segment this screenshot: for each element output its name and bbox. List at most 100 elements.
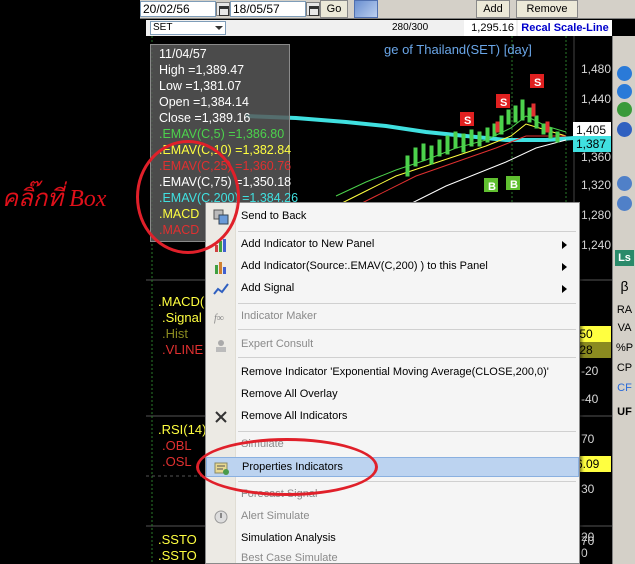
chart-type-button[interactable] [354, 0, 378, 18]
status-row: SET 280/300 1,295.16 Recal Scale-Line [146, 20, 612, 36]
hist-label: .Hist [162, 326, 188, 341]
menu-item-add-indicator-this-panel[interactable]: Add Indicator(Source:.EMAV(C,200) ) to t… [206, 257, 579, 277]
menu-separator [238, 431, 576, 432]
rsi-label: .RSI(14) [158, 422, 207, 437]
osl-label: .OSL [162, 454, 192, 469]
candle [453, 131, 458, 149]
signal-label: .Signal [162, 310, 202, 325]
menu-item-label: Remove Indicator 'Exponential Moving Ave… [241, 366, 549, 378]
search-icon[interactable] [617, 176, 632, 191]
cf-button[interactable]: CF [615, 380, 634, 396]
axis-label: -20 [581, 364, 599, 378]
fit-icon[interactable] [617, 122, 632, 137]
menu-item-label: Alert Simulate [241, 510, 310, 522]
indicator-add-icon [215, 262, 226, 274]
menu-item-label: Add Indicator(Source:.EMAV(C,200) ) to t… [241, 260, 488, 272]
menu-item-remove-all-indicators[interactable]: Remove All Indicators [206, 407, 579, 427]
end-date-calendar-icon[interactable] [306, 2, 320, 16]
candle [555, 131, 560, 143]
svg-text:f∞: f∞ [214, 313, 224, 324]
end-date-input[interactable]: 18/05/57 [230, 1, 306, 17]
sell-signal-marker: S [496, 94, 510, 109]
candle [477, 131, 482, 147]
beta-button[interactable]: β [615, 278, 634, 294]
candle [541, 123, 546, 135]
buy-signal-marker: B [484, 178, 498, 193]
menu-item-label: Simulation Analysis [241, 532, 336, 544]
candle [531, 103, 536, 117]
candle [545, 121, 550, 133]
menu-item-expert-consult[interactable]: Expert Consult [206, 335, 579, 355]
svg-text:B: B [488, 181, 496, 193]
alert-icon [214, 510, 228, 524]
menu-item-add-indicator-new-panel[interactable]: Add Indicator to New Panel [206, 235, 579, 255]
signal-icon [213, 283, 229, 295]
zoom-out-icon[interactable] [617, 84, 632, 99]
svg-text:S: S [534, 77, 541, 89]
ls-button[interactable]: Ls [615, 250, 634, 266]
menu-item-add-signal[interactable]: Add Signal [206, 279, 579, 299]
candle [445, 135, 450, 155]
menu-item-remove-all-overlay[interactable]: Remove All Overlay [206, 385, 579, 405]
candle [513, 105, 518, 123]
formula-icon: f∞ [214, 313, 224, 324]
annotation-ellipse-properties [196, 438, 378, 496]
vline-label: .VLINE [162, 342, 204, 357]
menu-item-simulation-analysis[interactable]: Simulation Analysis [206, 529, 579, 549]
menu-item-alert-simulate[interactable]: Alert Simulate [206, 507, 579, 527]
svg-text:S: S [464, 115, 471, 127]
right-toolbar: Ls β RA VA %P CP CF UF [612, 36, 635, 564]
candle [534, 115, 539, 129]
candle [506, 109, 511, 125]
sell-signal-marker: S [530, 74, 544, 89]
candle [429, 145, 434, 165]
left-pane: คลิ๊กที่ Box [0, 0, 142, 564]
cp-button[interactable]: CP [615, 360, 634, 376]
candle [499, 115, 504, 135]
start-date-calendar-icon[interactable] [216, 2, 230, 16]
remove-button[interactable]: Remove [516, 0, 578, 18]
menu-item-indicator-maker[interactable]: f∞ Indicator Maker [206, 307, 579, 327]
candle [461, 133, 466, 153]
candle [527, 107, 532, 123]
menu-separator [238, 303, 576, 304]
refresh-icon[interactable] [617, 102, 632, 117]
candle [520, 99, 525, 121]
ssto-label: .SSTO [158, 532, 197, 547]
menu-item-label: Indicator Maker [241, 310, 317, 322]
menu-item-remove-indicator[interactable]: Remove Indicator 'Exponential Moving Ave… [206, 363, 579, 383]
start-date-input[interactable]: 20/02/56 [140, 1, 216, 17]
axis-label: 1,240 [581, 238, 612, 252]
add-button[interactable]: Add [476, 0, 510, 18]
search-minus-icon[interactable] [617, 196, 632, 211]
submenu-arrow-icon [562, 241, 571, 249]
axis-label: 70 [581, 534, 595, 548]
obl-label: .OBL [162, 438, 192, 453]
candle [485, 127, 490, 143]
menu-item-best-case-simulate[interactable]: Best Case Simulate [206, 549, 579, 564]
info-close: Close =1,389.16 [159, 111, 251, 125]
uf-button[interactable]: UF [615, 404, 634, 420]
candle [421, 143, 426, 161]
menu-item-label: Send to Back [241, 210, 307, 222]
candle [495, 121, 500, 133]
axis-label: 1,440 [581, 92, 612, 106]
axis-label: 1,280 [581, 208, 612, 222]
menu-separator [238, 231, 576, 232]
va-button[interactable]: VA [615, 320, 634, 336]
menu-item-send-to-back[interactable]: Send to Back [206, 207, 579, 227]
candle [413, 147, 418, 167]
axis-label: 70 [581, 432, 595, 446]
menu-separator [238, 357, 576, 358]
submenu-arrow-icon [562, 263, 571, 271]
ssto-label-2: .SSTO [158, 548, 197, 563]
zoom-in-icon[interactable] [617, 66, 632, 81]
context-menu: Send to Back Add Indicator to New Panel … [205, 202, 580, 564]
go-button[interactable]: Go [320, 0, 348, 18]
candle [469, 129, 474, 147]
menu-separator [238, 329, 576, 330]
recal-scale-line-button[interactable]: Recal Scale-Line [518, 20, 612, 36]
ra-button[interactable]: RA [615, 302, 634, 318]
percent-p-button[interactable]: %P [615, 340, 634, 356]
symbol-dropdown[interactable]: SET [150, 21, 226, 35]
